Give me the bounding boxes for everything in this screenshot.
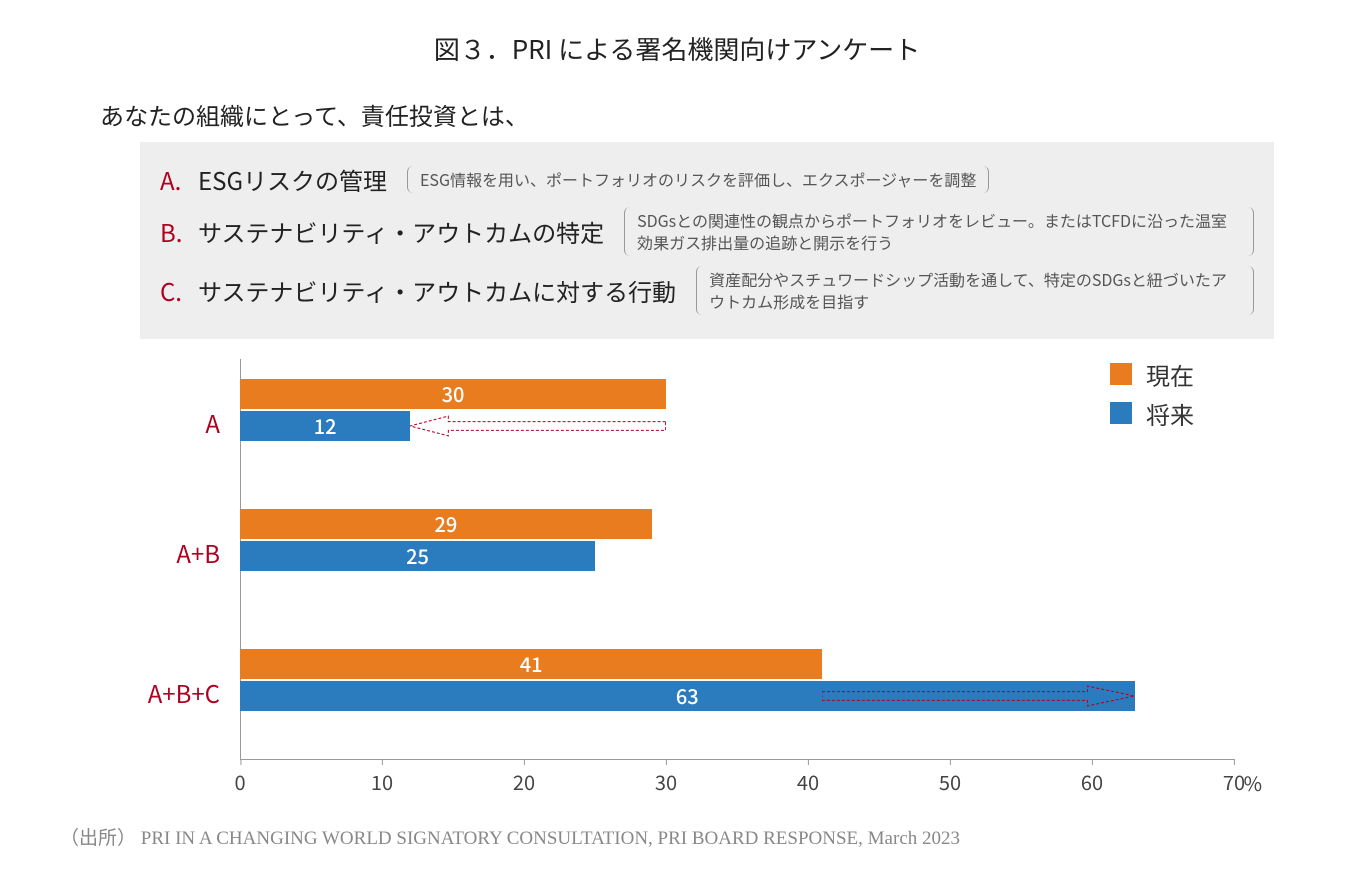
definition-row-b: B. サステナビリティ・アウトカムの特定 SDGsとの関連性の観点からポートフォ… (160, 207, 1254, 256)
definition-label: サステナビリティ・アウトカムの特定 (198, 214, 604, 249)
x-tick: 20 (513, 759, 535, 796)
bar-current: 41 (240, 649, 822, 679)
source-text: PRI IN A CHANGING WORLD SIGNATORY CONSUL… (141, 828, 960, 849)
survey-question: あなたの組織にとって、責任投資とは、 (100, 97, 1314, 132)
category-label: A+B (80, 535, 220, 570)
bar-group: A3012 (240, 379, 1234, 441)
x-axis: % 010203040506070 (240, 759, 1234, 799)
definition-label: サステナビリティ・アウトカムに対する行動 (198, 273, 676, 308)
definition-desc: SDGsとの関連性の観点からポートフォリオをレビュー。またはTCFDに沿った温室… (624, 207, 1254, 256)
bar-current: 30 (240, 379, 666, 409)
definition-letter: B. (160, 214, 188, 249)
bar-future: 25 (240, 541, 595, 571)
x-tick: 0 (234, 759, 245, 796)
category-label: A (80, 405, 220, 440)
x-tick: 60 (1081, 759, 1103, 796)
definitions-panel: A. ESGリスクの管理 ESG情報を用い、ポートフォリオのリスクを評価し、エク… (140, 142, 1274, 339)
category-label: A+B+C (80, 675, 220, 710)
bar-group: A+B2925 (240, 509, 1234, 571)
chart-title: 図３．PRI による署名機関向けアンケート (40, 30, 1314, 67)
definition-letter: A. (160, 162, 188, 197)
x-tick: 30 (655, 759, 677, 796)
definition-label: ESGリスクの管理 (198, 162, 387, 197)
source-prefix: （出所） (60, 828, 136, 849)
x-axis-unit: % (1244, 768, 1262, 797)
definition-letter: C. (160, 273, 188, 308)
x-tick: 10 (371, 759, 393, 796)
definition-row-c: C. サステナビリティ・アウトカムに対する行動 資産配分やスチュワードシップ活動… (160, 266, 1254, 315)
decrease-arrow-icon (410, 415, 666, 437)
definition-desc: ESG情報を用い、ポートフォリオのリスクを評価し、エクスポージャーを調整 (407, 166, 989, 192)
plot-inner: A3012A+B2925A+B+C4163 (240, 359, 1234, 759)
chart-area: 現在 将来 A3012A+B2925A+B+C4163 % 0102030405… (80, 359, 1274, 799)
x-tick: 50 (939, 759, 961, 796)
definition-desc: 資産配分やスチュワードシップ活動を通して、特定のSDGsと紐づいたアウトカム形成… (696, 266, 1254, 315)
bar-future: 12 (240, 411, 410, 441)
source-citation: （出所） PRI IN A CHANGING WORLD SIGNATORY C… (60, 823, 1314, 850)
definition-row-a: A. ESGリスクの管理 ESG情報を用い、ポートフォリオのリスクを評価し、エク… (160, 162, 1254, 197)
bar-current: 29 (240, 509, 652, 539)
x-tick: 40 (797, 759, 819, 796)
x-tick: 70 (1223, 759, 1245, 796)
plot: A3012A+B2925A+B+C4163 % 010203040506070 (240, 359, 1234, 799)
increase-arrow-icon (822, 685, 1134, 707)
